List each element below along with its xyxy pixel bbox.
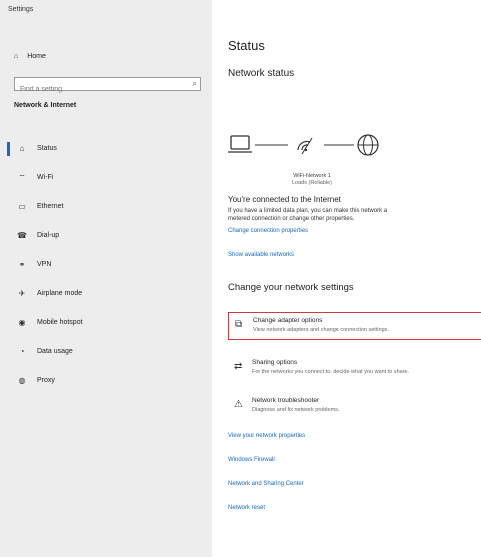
sidebar: Settings ⌂ Home ⌕ Network & Internet ⌂ S… bbox=[0, 0, 212, 557]
connection-status-title: You're connected to the Internet bbox=[228, 195, 341, 204]
sidebar-item-airplane[interactable]: ✈ Airplane mode bbox=[0, 279, 212, 308]
home-label: Home bbox=[27, 53, 46, 60]
sidebar-item-proxy[interactable]: ◍ Proxy bbox=[0, 366, 212, 395]
search-box[interactable]: ⌕ bbox=[14, 77, 201, 96]
sidebar-item-label: Ethernet bbox=[37, 203, 64, 210]
change-settings-heading: Change your network settings bbox=[228, 282, 354, 293]
laptop-icon bbox=[228, 135, 252, 153]
setting-title: Network troubleshooter bbox=[252, 397, 320, 404]
sidebar-item-label: Mobile hotspot bbox=[37, 319, 83, 326]
network-status-heading: Network status bbox=[228, 68, 295, 79]
window-title: Settings bbox=[8, 6, 34, 13]
hotspot-icon: ◉ bbox=[18, 318, 26, 327]
home-link[interactable]: ⌂ Home bbox=[14, 53, 46, 60]
connection-status-description: If you have a limited data plan, you can… bbox=[228, 207, 481, 223]
sidebar-item-label: Proxy bbox=[37, 377, 55, 384]
network-sharing-center-link[interactable]: Network and Sharing Center bbox=[228, 481, 304, 487]
setting-description: View network adapters and change connect… bbox=[253, 327, 389, 333]
warning-icon: ⚠ bbox=[234, 399, 243, 410]
home-icon: ⌂ bbox=[19, 144, 25, 153]
network-troubleshooter[interactable]: ⚠ Network troubleshooter Diagnose and fi… bbox=[228, 393, 481, 421]
sidebar-item-label: VPN bbox=[37, 261, 52, 268]
ethernet-icon: ▭ bbox=[18, 202, 26, 211]
globe-icon bbox=[357, 134, 379, 156]
globe-icon: ◍ bbox=[18, 376, 26, 385]
section-title: Network & Internet bbox=[14, 102, 77, 109]
sidebar-item-wifi[interactable]: ⌔ Wi-Fi bbox=[0, 163, 212, 192]
setting-title: Change adapter options bbox=[253, 317, 323, 324]
sidebar-item-label: Airplane mode bbox=[37, 290, 83, 297]
change-connection-properties-link[interactable]: Change connection properties bbox=[228, 228, 308, 234]
sidebar-item-vpn[interactable]: ⚭ VPN bbox=[0, 250, 212, 279]
sidebar-item-label: Wi-Fi bbox=[37, 174, 54, 181]
main-content: Status Network status WiFi-Network 1 Loa… bbox=[212, 0, 481, 557]
wifi-icon bbox=[297, 137, 313, 155]
sidebar-item-ethernet[interactable]: ▭ Ethernet bbox=[0, 192, 212, 221]
adapter-icon: ⧉ bbox=[235, 319, 243, 330]
vpn-icon: ⚭ bbox=[18, 260, 26, 269]
show-available-networks-link[interactable]: Show available networks bbox=[228, 252, 294, 258]
network-name: WiFi-Network 1 bbox=[293, 173, 331, 179]
windows-firewall-link[interactable]: Windows Firewall bbox=[228, 457, 275, 463]
description-line: metered connection or change other prope… bbox=[228, 216, 355, 222]
network-subtitle: Loads (Reliable) bbox=[291, 180, 333, 186]
home-icon: ⌂ bbox=[14, 53, 19, 60]
description-line: If you have a limited data plan, you can… bbox=[228, 208, 388, 214]
nav-list: ⌂ Status ⌔ Wi-Fi ▭ Ethernet ☎ Dial-up ⚭ … bbox=[0, 134, 212, 395]
network-diagram bbox=[228, 134, 379, 156]
sidebar-item-status[interactable]: ⌂ Status bbox=[0, 134, 212, 163]
phone-icon: ☎ bbox=[17, 231, 27, 240]
sidebar-item-data-usage[interactable]: ◔ Data usage bbox=[0, 337, 212, 366]
sidebar-item-dialup[interactable]: ☎ Dial-up bbox=[0, 221, 212, 250]
search-icon[interactable]: ⌕ bbox=[193, 79, 197, 89]
setting-description: Diagnose and fix network problems. bbox=[252, 407, 340, 413]
view-network-properties-link[interactable]: View your network properties bbox=[228, 433, 305, 439]
page-title: Status bbox=[228, 38, 265, 53]
sharing-icon: ⇄ bbox=[234, 361, 243, 372]
sidebar-item-label: Data usage bbox=[37, 348, 73, 355]
sidebar-item-label: Status bbox=[37, 145, 57, 152]
sidebar-item-label: Dial-up bbox=[37, 232, 60, 239]
network-reset-link[interactable]: Network reset bbox=[228, 505, 265, 511]
sidebar-item-hotspot[interactable]: ◉ Mobile hotspot bbox=[0, 308, 212, 337]
setting-title: Sharing options bbox=[252, 359, 298, 366]
wifi-icon: ⌔ bbox=[18, 172, 26, 182]
data-usage-icon: ◔ bbox=[19, 347, 25, 356]
search-input[interactable] bbox=[15, 83, 180, 96]
airplane-icon: ✈ bbox=[18, 289, 26, 298]
change-adapter-options[interactable]: ⧉ Change adapter options View network ad… bbox=[228, 312, 481, 340]
sharing-options[interactable]: ⇄ Sharing options For the networks you c… bbox=[228, 355, 481, 383]
setting-description: For the networks you connect to, decide … bbox=[252, 369, 410, 375]
